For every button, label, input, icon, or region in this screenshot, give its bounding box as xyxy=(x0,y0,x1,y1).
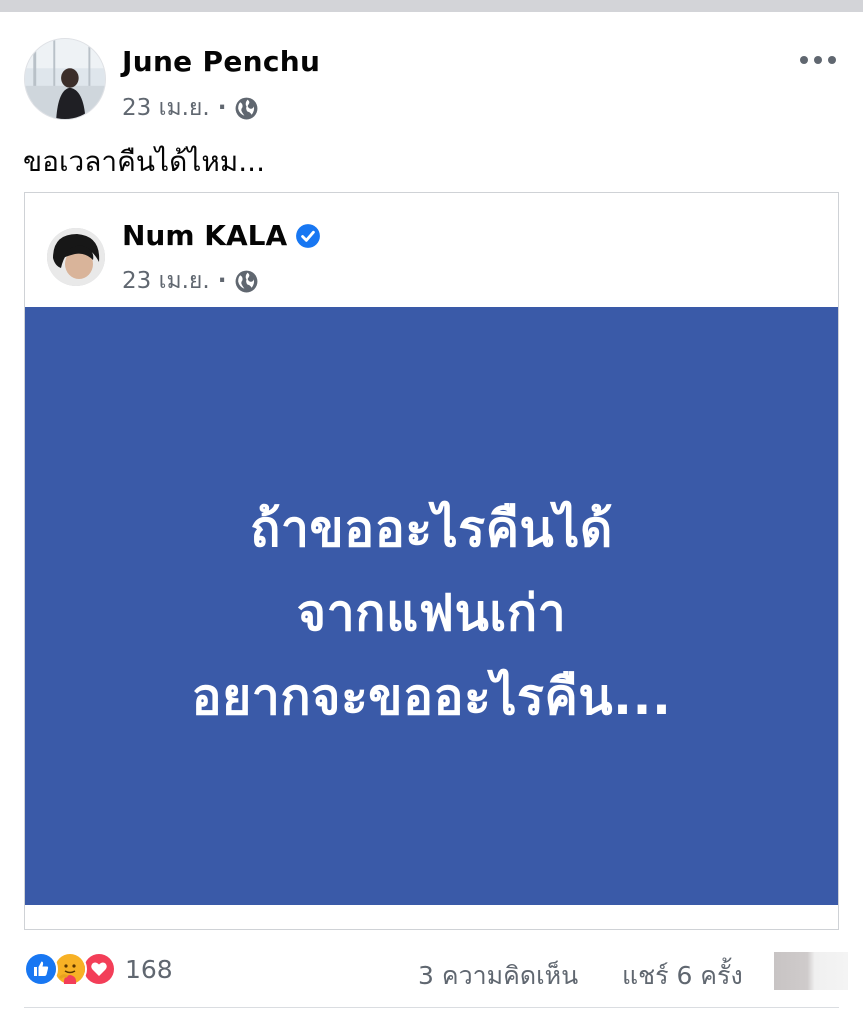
post-author-name[interactable]: June Penchu xyxy=(122,45,320,78)
meta-separator: · xyxy=(217,268,227,294)
globe-icon xyxy=(234,269,259,294)
footer-divider xyxy=(24,1007,839,1008)
status-text-block: ถ้าขออะไรคืนได้ จากแฟนเก่า อยากจะขออะไรค… xyxy=(25,487,838,739)
status-line: จากแฟนเก่า xyxy=(296,584,567,642)
globe-icon xyxy=(234,96,259,121)
top-divider-strip xyxy=(0,0,863,12)
author-avatar[interactable] xyxy=(24,38,106,120)
reactions-summary[interactable]: 168 xyxy=(24,952,173,986)
status-background-card[interactable]: ถ้าขออะไรคืนได้ จากแฟนเก่า อยากจะขออะไรค… xyxy=(25,307,838,905)
shared-author-row: Num KALA xyxy=(122,219,321,252)
verified-badge-icon xyxy=(295,223,321,249)
post-footer: 168 3 ความคิดเห็น แชร์ 6 ครั้ง xyxy=(0,940,863,1004)
post-date[interactable]: 23 เม.ย. xyxy=(122,90,210,126)
more-dot-icon xyxy=(814,56,822,64)
comments-count-link[interactable]: 3 ความคิดเห็น xyxy=(418,956,578,996)
shared-author-avatar[interactable] xyxy=(47,228,105,286)
shared-post-date[interactable]: 23 เม.ย. xyxy=(122,263,210,299)
shared-author-avatar-photo xyxy=(47,228,105,286)
more-dot-icon xyxy=(828,56,836,64)
more-dot-icon xyxy=(800,56,808,64)
status-line: ถ้าขออะไรคืนได้ xyxy=(250,500,613,558)
post-meta: 23 เม.ย. · xyxy=(122,90,259,126)
shared-author-name[interactable]: Num KALA xyxy=(122,219,287,252)
like-icon xyxy=(24,952,58,986)
shared-post-meta: 23 เม.ย. · xyxy=(122,263,259,299)
status-line: อยากจะขออะไรคืน... xyxy=(191,668,672,726)
author-avatar-photo xyxy=(25,39,105,119)
post-caption: ขอเวลาคืนได้ไหม... xyxy=(23,145,265,178)
blurred-thumbnail xyxy=(774,952,848,990)
love-icon xyxy=(82,952,116,986)
more-options-button[interactable] xyxy=(796,46,840,74)
care-icon xyxy=(53,952,87,986)
shares-count-link[interactable]: แชร์ 6 ครั้ง xyxy=(622,956,743,996)
meta-separator: · xyxy=(217,95,227,121)
reaction-count: 168 xyxy=(125,954,173,984)
